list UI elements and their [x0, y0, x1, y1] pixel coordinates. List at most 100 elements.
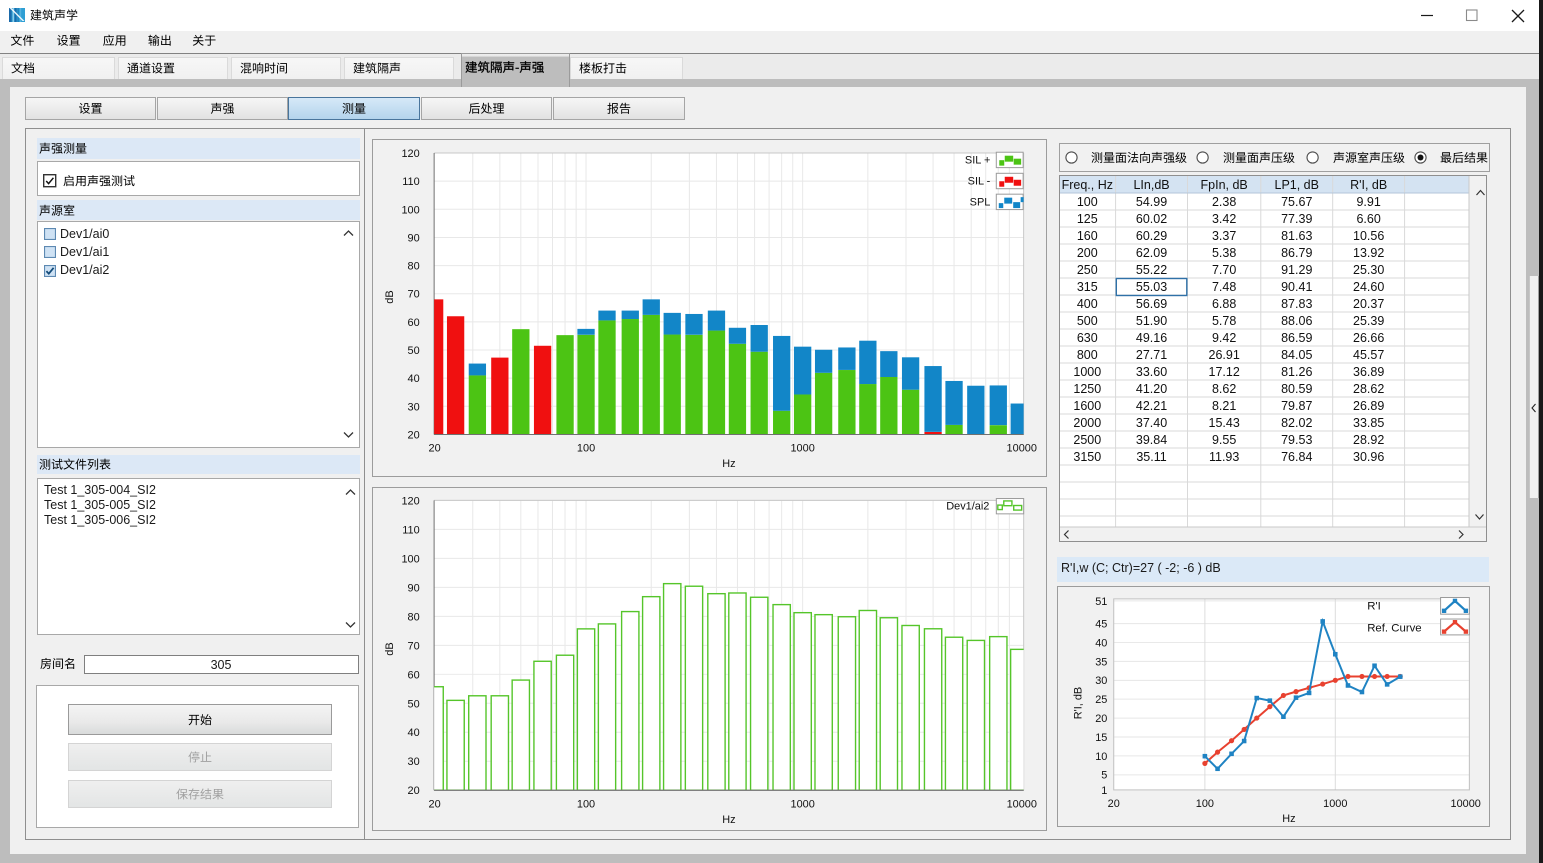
- svg-text:6.60: 6.60: [1356, 212, 1380, 226]
- svg-text:15: 15: [1095, 732, 1107, 744]
- svg-text:5.78: 5.78: [1212, 314, 1236, 328]
- svg-text:R'I: R'I: [1367, 601, 1381, 613]
- svg-text:42.21: 42.21: [1136, 399, 1167, 413]
- svg-text:76.84: 76.84: [1281, 450, 1312, 464]
- svg-text:55.22: 55.22: [1136, 263, 1167, 277]
- svg-text:3.42: 3.42: [1212, 212, 1236, 226]
- svg-text:1250: 1250: [1073, 382, 1101, 396]
- svg-text:17.12: 17.12: [1209, 365, 1240, 379]
- svg-text:LP1, dB: LP1, dB: [1275, 178, 1319, 192]
- svg-text:5: 5: [1101, 770, 1107, 782]
- svg-text:10000: 10000: [1007, 443, 1037, 455]
- svg-text:86.79: 86.79: [1281, 246, 1312, 260]
- svg-text:90.41: 90.41: [1281, 280, 1312, 294]
- svg-text:Dev1/ai2: Dev1/ai2: [946, 501, 989, 513]
- svg-text:33.85: 33.85: [1353, 416, 1384, 430]
- svg-text:84.05: 84.05: [1281, 348, 1312, 362]
- svg-text:54.99: 54.99: [1136, 195, 1167, 209]
- svg-text:25.30: 25.30: [1353, 263, 1384, 277]
- svg-text:15.43: 15.43: [1209, 416, 1240, 430]
- svg-text:86.59: 86.59: [1281, 331, 1312, 345]
- svg-text:dB: dB: [384, 290, 396, 303]
- svg-text:100: 100: [1196, 798, 1214, 810]
- svg-text:5.38: 5.38: [1212, 246, 1236, 260]
- svg-text:49.16: 49.16: [1136, 331, 1167, 345]
- svg-text:60.29: 60.29: [1136, 229, 1167, 243]
- svg-text:3150: 3150: [1073, 450, 1101, 464]
- svg-text:30.96: 30.96: [1353, 450, 1384, 464]
- svg-text:50: 50: [408, 698, 420, 710]
- svg-text:35.11: 35.11: [1136, 450, 1166, 464]
- svg-text:60.02: 60.02: [1136, 212, 1167, 226]
- svg-text:87.83: 87.83: [1281, 297, 1312, 311]
- svg-text:26.91: 26.91: [1209, 348, 1240, 362]
- svg-text:9.55: 9.55: [1212, 433, 1236, 447]
- svg-text:SIL -: SIL -: [968, 176, 991, 188]
- svg-text:1000: 1000: [790, 443, 814, 455]
- svg-text:41.20: 41.20: [1136, 382, 1167, 396]
- svg-text:62.09: 62.09: [1136, 246, 1167, 260]
- svg-text:10: 10: [1095, 751, 1107, 763]
- svg-text:60: 60: [408, 669, 420, 681]
- svg-text:1000: 1000: [1323, 798, 1347, 810]
- svg-text:28.62: 28.62: [1353, 382, 1384, 396]
- svg-text:20: 20: [429, 799, 441, 811]
- svg-text:11.93: 11.93: [1209, 450, 1239, 464]
- svg-text:25.39: 25.39: [1353, 314, 1384, 328]
- svg-text:35: 35: [1095, 656, 1107, 668]
- svg-text:2500: 2500: [1073, 433, 1101, 447]
- svg-text:120: 120: [401, 495, 419, 507]
- svg-text:26.89: 26.89: [1353, 399, 1384, 413]
- svg-text:2000: 2000: [1073, 416, 1101, 430]
- svg-text:R'I, dB: R'I, dB: [1073, 687, 1085, 719]
- svg-text:1000: 1000: [791, 799, 815, 811]
- svg-text:8.21: 8.21: [1212, 399, 1236, 413]
- svg-text:25: 25: [1095, 694, 1107, 706]
- svg-text:315: 315: [1077, 280, 1098, 294]
- svg-text:80: 80: [408, 611, 420, 623]
- svg-text:20: 20: [429, 443, 441, 455]
- svg-text:81.26: 81.26: [1281, 365, 1312, 379]
- svg-text:100: 100: [401, 553, 419, 565]
- svg-text:7.70: 7.70: [1212, 263, 1236, 277]
- svg-text:1000: 1000: [1073, 365, 1101, 379]
- svg-text:27.71: 27.71: [1136, 348, 1167, 362]
- svg-text:7.48: 7.48: [1212, 280, 1236, 294]
- svg-text:36.89: 36.89: [1353, 365, 1384, 379]
- svg-text:24.60: 24.60: [1353, 280, 1384, 294]
- svg-text:500: 500: [1077, 314, 1098, 328]
- svg-text:FpIn, dB: FpIn, dB: [1201, 178, 1248, 192]
- svg-text:91.29: 91.29: [1281, 263, 1312, 277]
- svg-text:160: 160: [1077, 229, 1098, 243]
- svg-text:Hz: Hz: [1282, 813, 1295, 825]
- svg-text:80.59: 80.59: [1281, 382, 1312, 396]
- svg-text:100: 100: [577, 443, 595, 455]
- svg-text:110: 110: [402, 524, 419, 536]
- svg-text:75.67: 75.67: [1281, 195, 1312, 209]
- svg-text:40: 40: [408, 373, 420, 385]
- svg-text:9.42: 9.42: [1212, 331, 1236, 345]
- svg-text:20: 20: [408, 785, 420, 797]
- svg-text:51.90: 51.90: [1136, 314, 1167, 328]
- svg-text:dB: dB: [384, 642, 396, 655]
- svg-text:Freq., Hz: Freq., Hz: [1062, 178, 1113, 192]
- svg-text:9.91: 9.91: [1356, 195, 1380, 209]
- svg-text:110: 110: [402, 176, 419, 188]
- svg-text:26.66: 26.66: [1353, 331, 1384, 345]
- svg-text:81.63: 81.63: [1281, 229, 1312, 243]
- svg-text:125: 125: [1077, 212, 1098, 226]
- svg-text:82.02: 82.02: [1281, 416, 1312, 430]
- svg-text:10000: 10000: [1007, 799, 1037, 811]
- svg-text:13.92: 13.92: [1353, 246, 1384, 260]
- svg-text:51: 51: [1095, 596, 1107, 608]
- svg-text:45.57: 45.57: [1353, 348, 1384, 362]
- svg-text:90: 90: [408, 582, 420, 594]
- svg-text:20.37: 20.37: [1353, 297, 1384, 311]
- svg-text:800: 800: [1077, 348, 1098, 362]
- svg-text:28.92: 28.92: [1353, 433, 1384, 447]
- svg-text:3.37: 3.37: [1212, 229, 1236, 243]
- svg-text:10.56: 10.56: [1353, 229, 1384, 243]
- svg-text:250: 250: [1077, 263, 1098, 277]
- svg-text:1: 1: [1101, 785, 1107, 797]
- svg-text:100: 100: [577, 799, 595, 811]
